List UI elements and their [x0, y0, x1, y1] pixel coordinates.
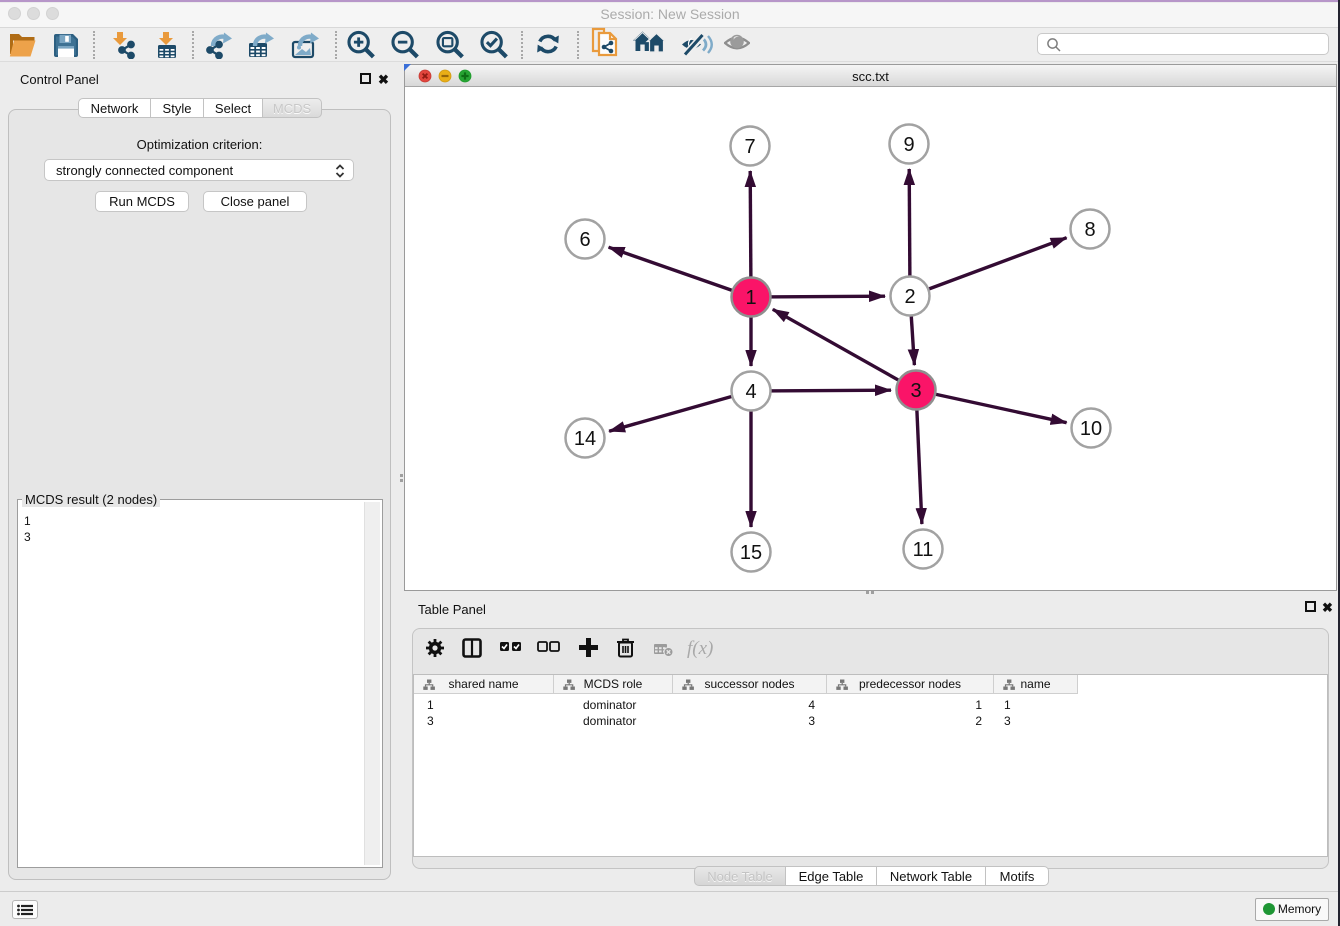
svg-text:11: 11 — [913, 539, 934, 561]
svg-text:10: 10 — [1080, 418, 1102, 440]
svg-text:9: 9 — [903, 134, 914, 156]
svg-text:4: 4 — [745, 381, 756, 403]
svg-text:15: 15 — [740, 542, 762, 564]
svg-text:14: 14 — [574, 428, 596, 450]
svg-text:8: 8 — [1084, 219, 1095, 241]
svg-text:7: 7 — [744, 136, 755, 158]
svg-text:6: 6 — [579, 229, 590, 251]
svg-text:2: 2 — [904, 286, 915, 308]
svg-text:1: 1 — [745, 287, 756, 309]
svg-text:3: 3 — [910, 380, 921, 402]
